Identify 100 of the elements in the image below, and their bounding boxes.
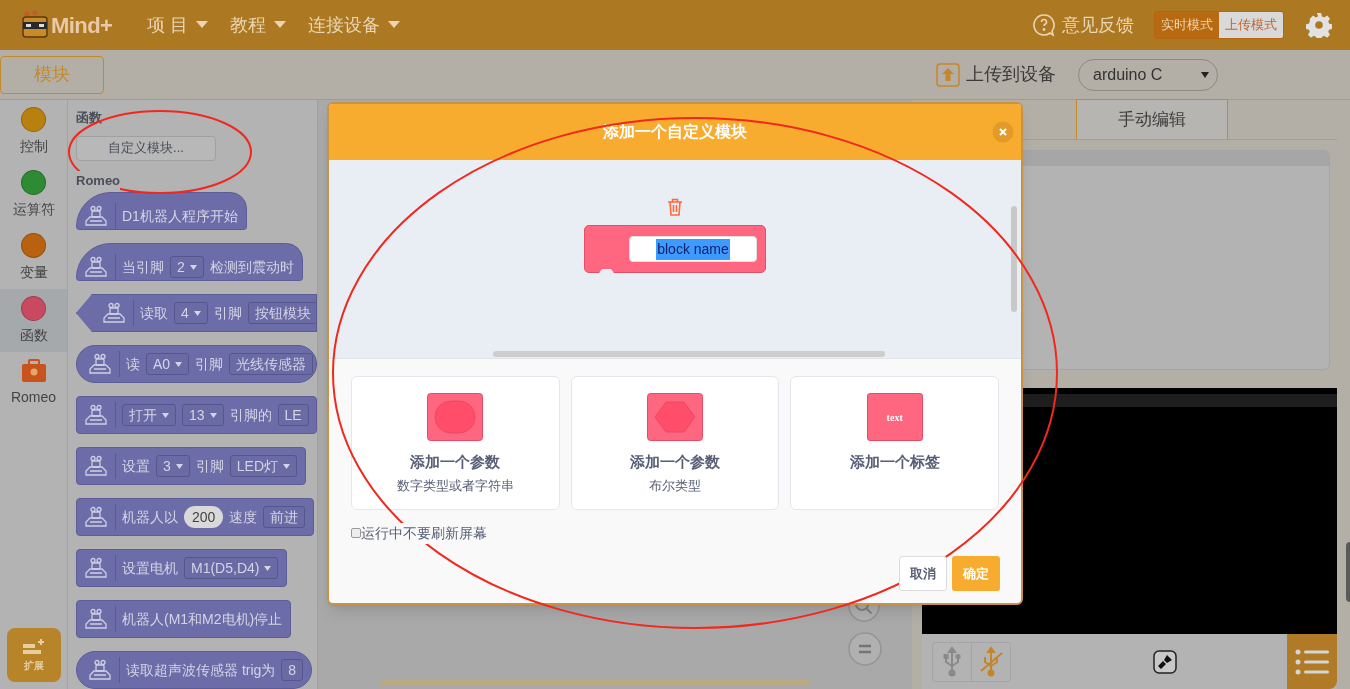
block-dropdown[interactable]: 8 [281,659,304,681]
settings-icon[interactable] [1306,12,1332,38]
block-text: 引脚的 [229,405,272,425]
block-text: 设置电机 [122,558,178,578]
menu-item[interactable]: 项 目 [147,11,208,39]
robot-icon [83,404,109,426]
code-block[interactable]: 读取 4 引脚 按钮模块 [76,294,317,332]
robot-icon [83,455,109,477]
brush-icon[interactable] [1153,649,1177,674]
code-block[interactable]: 设置电机 M1(D5,D4) [76,549,288,587]
horizontal-scrollbar[interactable] [380,680,810,686]
caret-icon [283,463,291,469]
robot-logo-icon [20,10,50,40]
upload-icon [936,62,960,87]
code-block[interactable]: 读 A0 引脚 光线传感器 [76,345,317,383]
menu-item[interactable]: 连接设备 [308,11,400,39]
robot-icon [83,506,109,528]
checkbox[interactable] [351,528,361,538]
block-dropdown[interactable]: LE [277,404,309,426]
vertical-scrollbar[interactable] [1346,542,1350,602]
code-tab[interactable]: 手动编辑 [1076,99,1228,139]
checkbox-label: 运行中不要刷新屏幕 [361,522,487,544]
robot-icon [87,659,113,681]
delete-icon[interactable] [667,198,683,216]
block-text: 读取超声波传感器 trig为 [126,660,276,680]
code-block[interactable]: 当引脚 2 检测到震动时 [76,243,303,281]
block-text: 速度 [229,507,258,527]
menu-button[interactable] [1287,634,1337,689]
add-input-card[interactable]: 添加一个参数 数字类型或者字符串 [351,376,560,510]
add-input-card[interactable]: 添加一个参数 布尔类型 [570,376,780,510]
block-dropdown[interactable]: A0 [146,353,190,375]
block-text: 引脚 [213,303,242,323]
list-icon [1295,648,1329,675]
block-name-field[interactable]: block name [629,236,757,262]
menu-item[interactable]: 教程 [230,11,286,39]
number-input[interactable]: 200 [184,506,224,528]
code-block[interactable]: 机器人(M1和M2电机)停止 [76,600,292,638]
block-dropdown[interactable]: 打开 [122,404,176,426]
robot-icon [83,557,109,579]
caret-icon [175,463,183,469]
cancel-button[interactable]: 取消 [899,556,947,591]
block-dropdown[interactable]: 前进 [263,506,306,528]
category-item[interactable]: 变量 [0,226,67,289]
label-icon: text [866,393,923,441]
block-text: 引脚 [195,354,224,374]
code-block[interactable]: 读取超声波传感器 trig为 8 [76,651,313,689]
code-block[interactable]: 机器人以 200 速度 前进 [76,498,315,536]
block-text: 引脚 [195,456,224,476]
upload-button[interactable]: 上传到设备 [936,61,1056,88]
robot-icon [87,353,113,375]
block-dropdown[interactable]: 2 [170,256,204,278]
block-text: 读取 [140,303,168,323]
blocks-plus-icon [20,637,47,656]
block-dropdown[interactable]: M1(D5,D4) [184,557,279,579]
block-dropdown[interactable]: LED灯 [229,455,298,477]
feedback-button[interactable]: 意见反馈 [1032,11,1134,39]
mode-tab[interactable]: 上传模式 [1219,12,1283,38]
block-dropdown[interactable]: 光线传感器 [229,353,314,375]
caret-icon [162,412,169,418]
caret-icon [388,21,400,29]
section-heading: Romeo [76,170,121,190]
caret-icon [175,361,183,367]
make-block-button[interactable]: 自定义模块... [76,135,216,161]
custom-block[interactable]: block name [584,225,766,273]
category-item[interactable]: Romeo [0,352,67,415]
code-block[interactable]: 打开 13 引脚的 LE [76,396,317,434]
block-text: D1机器人程序开始 [122,206,238,226]
close-icon[interactable] [992,121,1014,143]
caret-icon [274,21,286,29]
robot-icon [83,608,109,630]
robot-icon [101,302,127,324]
caret-icon [209,412,217,418]
caret-icon [196,21,208,29]
block-dropdown[interactable]: 按钮模块 [247,302,316,324]
mode-tab[interactable]: 实时模式 [1155,12,1219,38]
extension-button[interactable]: 扩展 [6,628,61,682]
block-dropdown[interactable]: 4 [174,302,208,324]
robot-icon [83,256,109,278]
block-text: 读 [126,354,140,374]
caret-icon [264,565,272,571]
code-block[interactable]: D1机器人程序开始 [76,192,247,230]
boolean-input-icon [647,393,703,441]
category-item[interactable]: 控制 [0,100,67,163]
category-item[interactable]: 运算符 [0,163,67,226]
category-item[interactable]: 函数 [0,289,67,352]
logo-text: Mind+ [51,11,113,40]
block-text: 机器人(M1和M2电机)停止 [122,609,283,629]
code-block[interactable]: 设置 3 引脚 LED灯 [76,447,307,485]
add-input-card[interactable]: text 添加一个标签 [790,376,999,510]
zoom-reset-icon[interactable] [848,632,882,666]
caret-icon [189,264,197,270]
block-text: 机器人以 [122,507,178,527]
robot-icon [83,205,109,227]
vertical-scrollbar[interactable] [1011,206,1017,312]
round-input-icon [427,393,484,441]
block-text: 当引脚 [122,257,164,277]
block-dropdown[interactable]: 13 [182,404,224,426]
confirm-button[interactable]: 确定 [952,556,1000,591]
block-dropdown[interactable]: 3 [156,455,190,477]
horizontal-scrollbar[interactable] [493,351,885,357]
